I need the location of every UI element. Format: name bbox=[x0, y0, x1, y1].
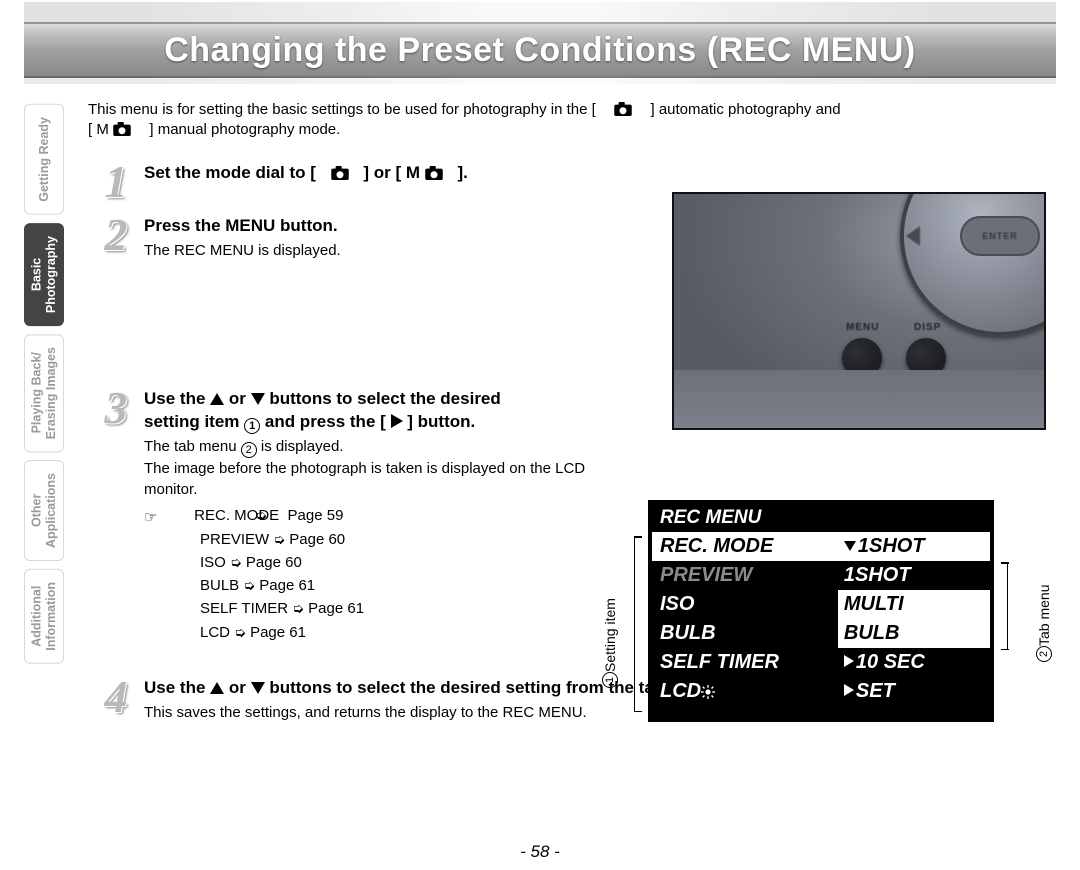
disp-label: DISP bbox=[914, 322, 941, 333]
page-ref-icon: ➭ bbox=[243, 575, 255, 597]
tab-additional-information[interactable]: AdditionalInformation bbox=[24, 569, 64, 664]
right-triangle-icon bbox=[391, 414, 403, 428]
menu-row: BULBBULB bbox=[652, 619, 990, 648]
tab-basic-photography[interactable]: BasicPhotography bbox=[24, 223, 64, 326]
tab-other-applications[interactable]: OtherApplications bbox=[24, 460, 64, 561]
page-ref-icon: ➭ bbox=[230, 552, 242, 574]
menu-item-left: SELF TIMER bbox=[652, 648, 838, 677]
intro-text: [ M bbox=[88, 121, 109, 138]
brace-icon bbox=[994, 562, 1008, 650]
menu-row: ISOMULTI bbox=[652, 590, 990, 619]
camera-icon bbox=[113, 122, 131, 136]
menu-item-left: PREVIEW bbox=[652, 561, 838, 590]
circled-one-icon: 1 bbox=[602, 672, 618, 688]
menu-item-right: 1SHOT bbox=[838, 561, 990, 590]
intro-text: This menu is for setting the basic setti… bbox=[88, 101, 596, 118]
camera-icon bbox=[614, 102, 632, 116]
menu-item-right: 1SHOT bbox=[838, 532, 990, 561]
step-number-icon: 2 bbox=[88, 214, 144, 255]
setting-item-label: 1 Setting item bbox=[602, 538, 618, 688]
circled-two-icon: 2 bbox=[241, 442, 257, 458]
intro-paragraph: This menu is for setting the basic setti… bbox=[88, 100, 1056, 141]
step-1-title: Set the mode dial to [ ] or [ M ]. bbox=[144, 161, 1056, 185]
menu-item-left: ISO bbox=[652, 590, 838, 619]
menu-row: LCDSET bbox=[652, 677, 990, 706]
step-3-title: Use the or buttons to select the desired… bbox=[144, 387, 604, 435]
page-content: This menu is for setting the basic setti… bbox=[88, 100, 1056, 850]
tab-getting-ready[interactable]: Getting Ready bbox=[24, 104, 64, 215]
page-ref-icon: ➭ bbox=[292, 598, 304, 620]
camera-dpad bbox=[900, 192, 1046, 336]
enter-button-illustration bbox=[960, 216, 1040, 256]
circled-two-icon: 2 bbox=[1036, 646, 1052, 662]
step-number-icon: 4 bbox=[88, 676, 144, 717]
menu-item-right: 10 SEC bbox=[838, 648, 990, 677]
lcd-menu-illustration: 1 Setting item REC MENU REC. MODE1SHOTPR… bbox=[604, 500, 1052, 728]
left-arrow-icon bbox=[906, 226, 920, 246]
intro-text: ] manual photography mode. bbox=[149, 121, 340, 138]
step-3-references: ☞ REC. MODE ➭ Page 59 PREVIEW ➭ Page 60 … bbox=[144, 504, 604, 644]
down-triangle-icon bbox=[251, 682, 265, 694]
camera-photo: MENU DISP bbox=[672, 192, 1046, 430]
menu-item-right: SET bbox=[838, 677, 990, 706]
menu-item-right: BULB bbox=[838, 619, 990, 648]
step-number-icon: 1 bbox=[88, 161, 144, 202]
up-triangle-icon bbox=[210, 682, 224, 694]
tab-playing-back[interactable]: Playing Back/Erasing Images bbox=[24, 334, 64, 452]
menu-row: PREVIEW1SHOT bbox=[652, 561, 990, 590]
menu-item-left: BULB bbox=[652, 619, 838, 648]
page-title-bar: Changing the Preset Conditions (REC MENU… bbox=[24, 22, 1056, 78]
step-number-icon: 3 bbox=[88, 387, 144, 428]
section-tabs-sidebar: Getting Ready BasicPhotography Playing B… bbox=[24, 104, 64, 804]
camera-icon bbox=[331, 166, 349, 180]
page-title: Changing the Preset Conditions (REC MENU… bbox=[164, 31, 916, 70]
brace-icon bbox=[634, 536, 648, 712]
menu-row: SELF TIMER10 SEC bbox=[652, 648, 990, 677]
rec-menu-title: REC MENU bbox=[652, 504, 990, 532]
menu-item-left: REC. MODE bbox=[652, 532, 838, 561]
intro-text: ] automatic photography and bbox=[650, 101, 840, 118]
page-ref-icon: ➭ bbox=[234, 622, 246, 644]
menu-item-right: MULTI bbox=[838, 590, 990, 619]
step-3-text: The tab menu 2 is displayed. The image b… bbox=[144, 436, 604, 500]
page-number: - 58 - bbox=[520, 842, 560, 862]
menu-item-left: LCD bbox=[652, 677, 838, 706]
page-ref-icon: ➭ bbox=[273, 529, 285, 551]
camera-icon bbox=[425, 166, 443, 180]
menu-label: MENU bbox=[846, 322, 879, 333]
up-triangle-icon bbox=[210, 393, 224, 405]
circled-one-icon: 1 bbox=[244, 418, 260, 434]
manual-page: Changing the Preset Conditions (REC MENU… bbox=[0, 0, 1080, 870]
down-triangle-icon bbox=[251, 393, 265, 405]
pointer-icon: ☞ bbox=[172, 506, 190, 520]
menu-row: REC. MODE1SHOT bbox=[652, 532, 990, 561]
tab-menu-label: 2 Tab menu bbox=[1036, 552, 1052, 662]
rec-menu-box: REC MENU REC. MODE1SHOTPREVIEW1SHOTISOMU… bbox=[648, 500, 994, 722]
